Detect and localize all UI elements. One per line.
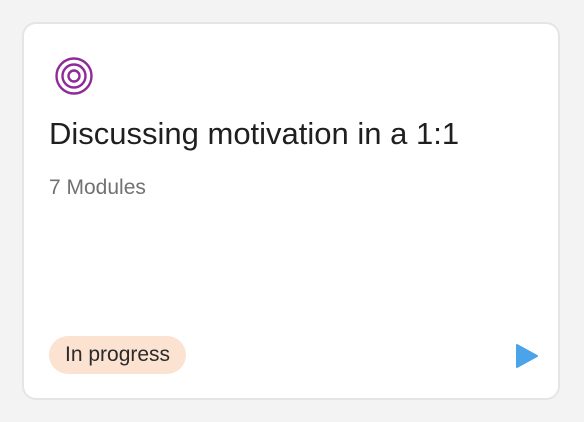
- page: Discussing motivation in a 1:1 7 Modules…: [0, 0, 584, 422]
- play-icon: [510, 340, 542, 372]
- module-count: 7 Modules: [49, 176, 146, 199]
- course-title: Discussing motivation in a 1:1: [49, 116, 460, 151]
- course-card[interactable]: Discussing motivation in a 1:1 7 Modules…: [22, 22, 560, 400]
- play-button[interactable]: [510, 340, 542, 372]
- target-icon: [54, 56, 94, 96]
- status-badge: In progress: [49, 336, 187, 374]
